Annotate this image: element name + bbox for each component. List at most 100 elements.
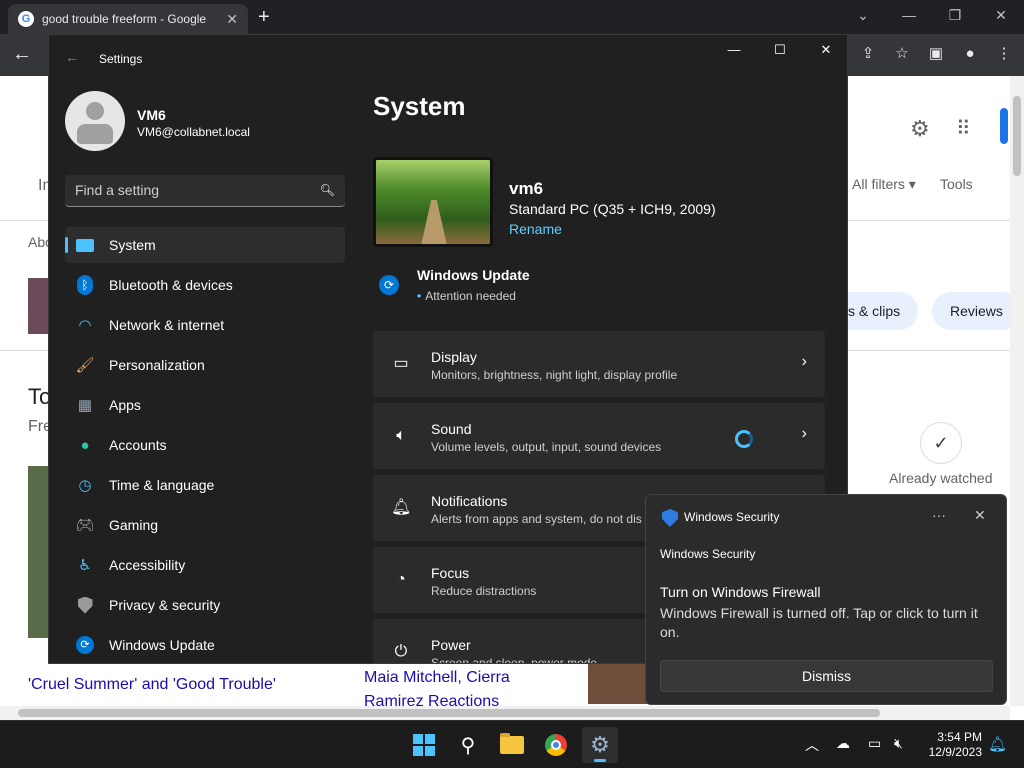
nav-item-privacy[interactable]: Privacy & security <box>65 587 345 623</box>
search-button[interactable]: ⚲ <box>450 727 486 763</box>
page-title: System <box>373 91 466 121</box>
card-display[interactable]: ▭ Display Monitors, brightness, night li… <box>373 331 825 397</box>
tab-close-icon[interactable]: ✕ <box>226 11 238 28</box>
file-explorer-button[interactable] <box>494 727 530 763</box>
display-tray-icon[interactable]: ▭ <box>868 735 881 752</box>
browser-window-controls: ⌄ — ❐ ✕ <box>840 0 1024 34</box>
nav-item-windows-update[interactable]: ⟳ Windows Update <box>65 627 345 663</box>
scroll-thumb[interactable] <box>18 709 880 717</box>
find-setting-box[interactable]: 🔍︎ <box>65 175 345 207</box>
result-link[interactable]: Maia Mitchell, Cierra Ramirez Reactions <box>364 666 510 706</box>
chevron-up-icon[interactable]: ︿ <box>805 735 819 755</box>
person-icon: ● <box>80 436 90 454</box>
browser-tab[interactable]: G good trouble freeform - Google ✕ <box>8 4 248 34</box>
nav-item-network[interactable]: ◠ Network & internet <box>65 307 345 343</box>
close-icon[interactable]: ✕ <box>803 35 847 67</box>
tab-search-icon[interactable]: ⌄ <box>840 0 886 34</box>
gear-icon[interactable]: ⚙ <box>910 116 930 142</box>
nav-label: Time & language <box>109 477 215 493</box>
side-panel-icon[interactable]: ▣ <box>926 44 946 64</box>
wallpaper-path <box>420 200 448 244</box>
card-title: Power <box>431 637 471 653</box>
card-title: Sound <box>431 421 472 437</box>
nav-item-gaming[interactable]: 🎮︎ Gaming <box>65 507 345 543</box>
chrome-taskbar-button[interactable] <box>538 727 574 763</box>
minimize-icon[interactable]: — <box>711 35 757 67</box>
nav-label: Privacy & security <box>109 597 221 613</box>
windows-logo-icon <box>413 734 435 756</box>
start-button[interactable] <box>406 727 442 763</box>
windows-update-link[interactable]: Windows Update <box>417 267 530 283</box>
nav-item-bluetooth[interactable]: ᛒ Bluetooth & devices <box>65 267 345 303</box>
search-icon[interactable]: 🔍︎ <box>320 183 335 197</box>
rename-link[interactable]: Rename <box>509 221 562 237</box>
result-link[interactable]: 'Cruel Summer' and 'Good Trouble' <box>28 676 276 694</box>
chip-reviews[interactable]: Reviews <box>932 292 1010 330</box>
minimize-icon[interactable]: — <box>886 0 932 34</box>
bookmark-star-icon[interactable]: ☆ <box>892 44 912 64</box>
volume-muted-icon[interactable]: 🔇︎ <box>894 735 903 752</box>
restore-icon[interactable]: ❐ <box>932 0 978 34</box>
nav-item-system[interactable]: System <box>65 227 345 263</box>
toast-app-name: Windows Security <box>684 510 780 524</box>
nav-item-time-language[interactable]: ◷ Time & language <box>65 467 345 503</box>
card-subtitle: Screen and sleep, power mode <box>431 656 598 664</box>
search-input[interactable] <box>75 182 315 198</box>
card-subtitle: Volume levels, output, input, sound devi… <box>431 440 662 454</box>
user-name: VM6 <box>137 107 166 123</box>
status-text: Attention needed <box>425 289 516 303</box>
settings-taskbar-button[interactable]: ⚙ <box>582 727 618 763</box>
network-offline-icon[interactable]: ☁ <box>836 735 850 752</box>
maximize-icon[interactable]: ☐ <box>757 35 803 67</box>
avatar <box>65 91 125 151</box>
update-icon: ⟳ <box>75 635 95 655</box>
nav-label: Apps <box>109 397 141 413</box>
new-tab-button[interactable]: + <box>258 6 270 29</box>
system-page: System vm6 Standard PC (Q35 + ICH9, 2009… <box>373 91 833 663</box>
all-filters-button[interactable]: All filters ▾ <box>852 176 916 193</box>
checkmark-icon[interactable]: ✓ <box>920 422 962 464</box>
clock-time: 3:54 PM <box>937 730 982 744</box>
card-sound[interactable]: 🔈︎ Sound Volume levels, output, input, s… <box>373 403 825 469</box>
brush-icon: 🖌︎ <box>75 357 95 374</box>
back-arrow-icon[interactable]: ← <box>12 43 32 66</box>
gamepad-icon: 🎮︎ <box>75 517 95 534</box>
card-title: Display <box>431 349 477 365</box>
card-subtitle: Monitors, brightness, night light, displ… <box>431 368 678 382</box>
windows-security-notification[interactable]: Windows Security ··· ✕ Windows Security … <box>645 494 1007 705</box>
chevron-right-icon: › <box>801 425 807 442</box>
title-bar: ← Settings — ☐ ✕ <box>49 35 847 81</box>
nav-item-accessibility[interactable]: ♿︎ Accessibility <box>65 547 345 583</box>
tab-title: good trouble freeform - Google <box>42 12 207 26</box>
nav-item-personalization[interactable]: 🖌︎ Personalization <box>65 347 345 383</box>
menu-kebab-icon[interactable]: ⋮ <box>994 44 1014 64</box>
nav-label: Accessibility <box>109 557 186 573</box>
nav-label: Network & internet <box>109 317 225 333</box>
dismiss-button[interactable]: Dismiss <box>660 660 993 692</box>
chevron-right-icon: › <box>801 353 807 370</box>
toast-header: Windows Security <box>660 547 756 561</box>
security-shield-icon <box>662 509 678 527</box>
card-subtitle: Reduce distractions <box>431 584 537 598</box>
scroll-thumb[interactable] <box>1013 96 1021 176</box>
tools-button[interactable]: Tools <box>940 176 973 192</box>
clock[interactable]: 3:54 PM 12/9/2023 <box>922 730 982 760</box>
nav-item-accounts[interactable]: ● Accounts <box>65 427 345 463</box>
sign-in-button[interactable] <box>1000 108 1008 144</box>
avatar-head <box>86 102 104 120</box>
close-icon[interactable]: ✕ <box>978 0 1024 34</box>
horizontal-scrollbar[interactable] <box>0 706 1010 720</box>
settings-nav: System ᛒ Bluetooth & devices ◠ Network &… <box>65 227 345 663</box>
more-options-icon[interactable]: ··· <box>932 507 946 523</box>
profile-icon[interactable]: ● <box>960 44 980 64</box>
card-subtitle: Alerts from apps and system, do not dis <box>431 512 642 526</box>
device-wallpaper-thumbnail <box>373 157 493 247</box>
nav-item-apps[interactable]: ▦ Apps <box>65 387 345 423</box>
close-icon[interactable]: ✕ <box>974 507 986 524</box>
back-arrow-icon[interactable]: ← <box>65 49 79 65</box>
share-icon[interactable]: ⇪ <box>858 44 878 64</box>
vertical-scrollbar[interactable] <box>1010 76 1024 706</box>
power-icon: ⏻ <box>394 643 408 660</box>
apps-grid-icon[interactable]: ⠿ <box>956 116 971 141</box>
notification-bell-icon[interactable]: 🔔︎ <box>988 735 1007 753</box>
